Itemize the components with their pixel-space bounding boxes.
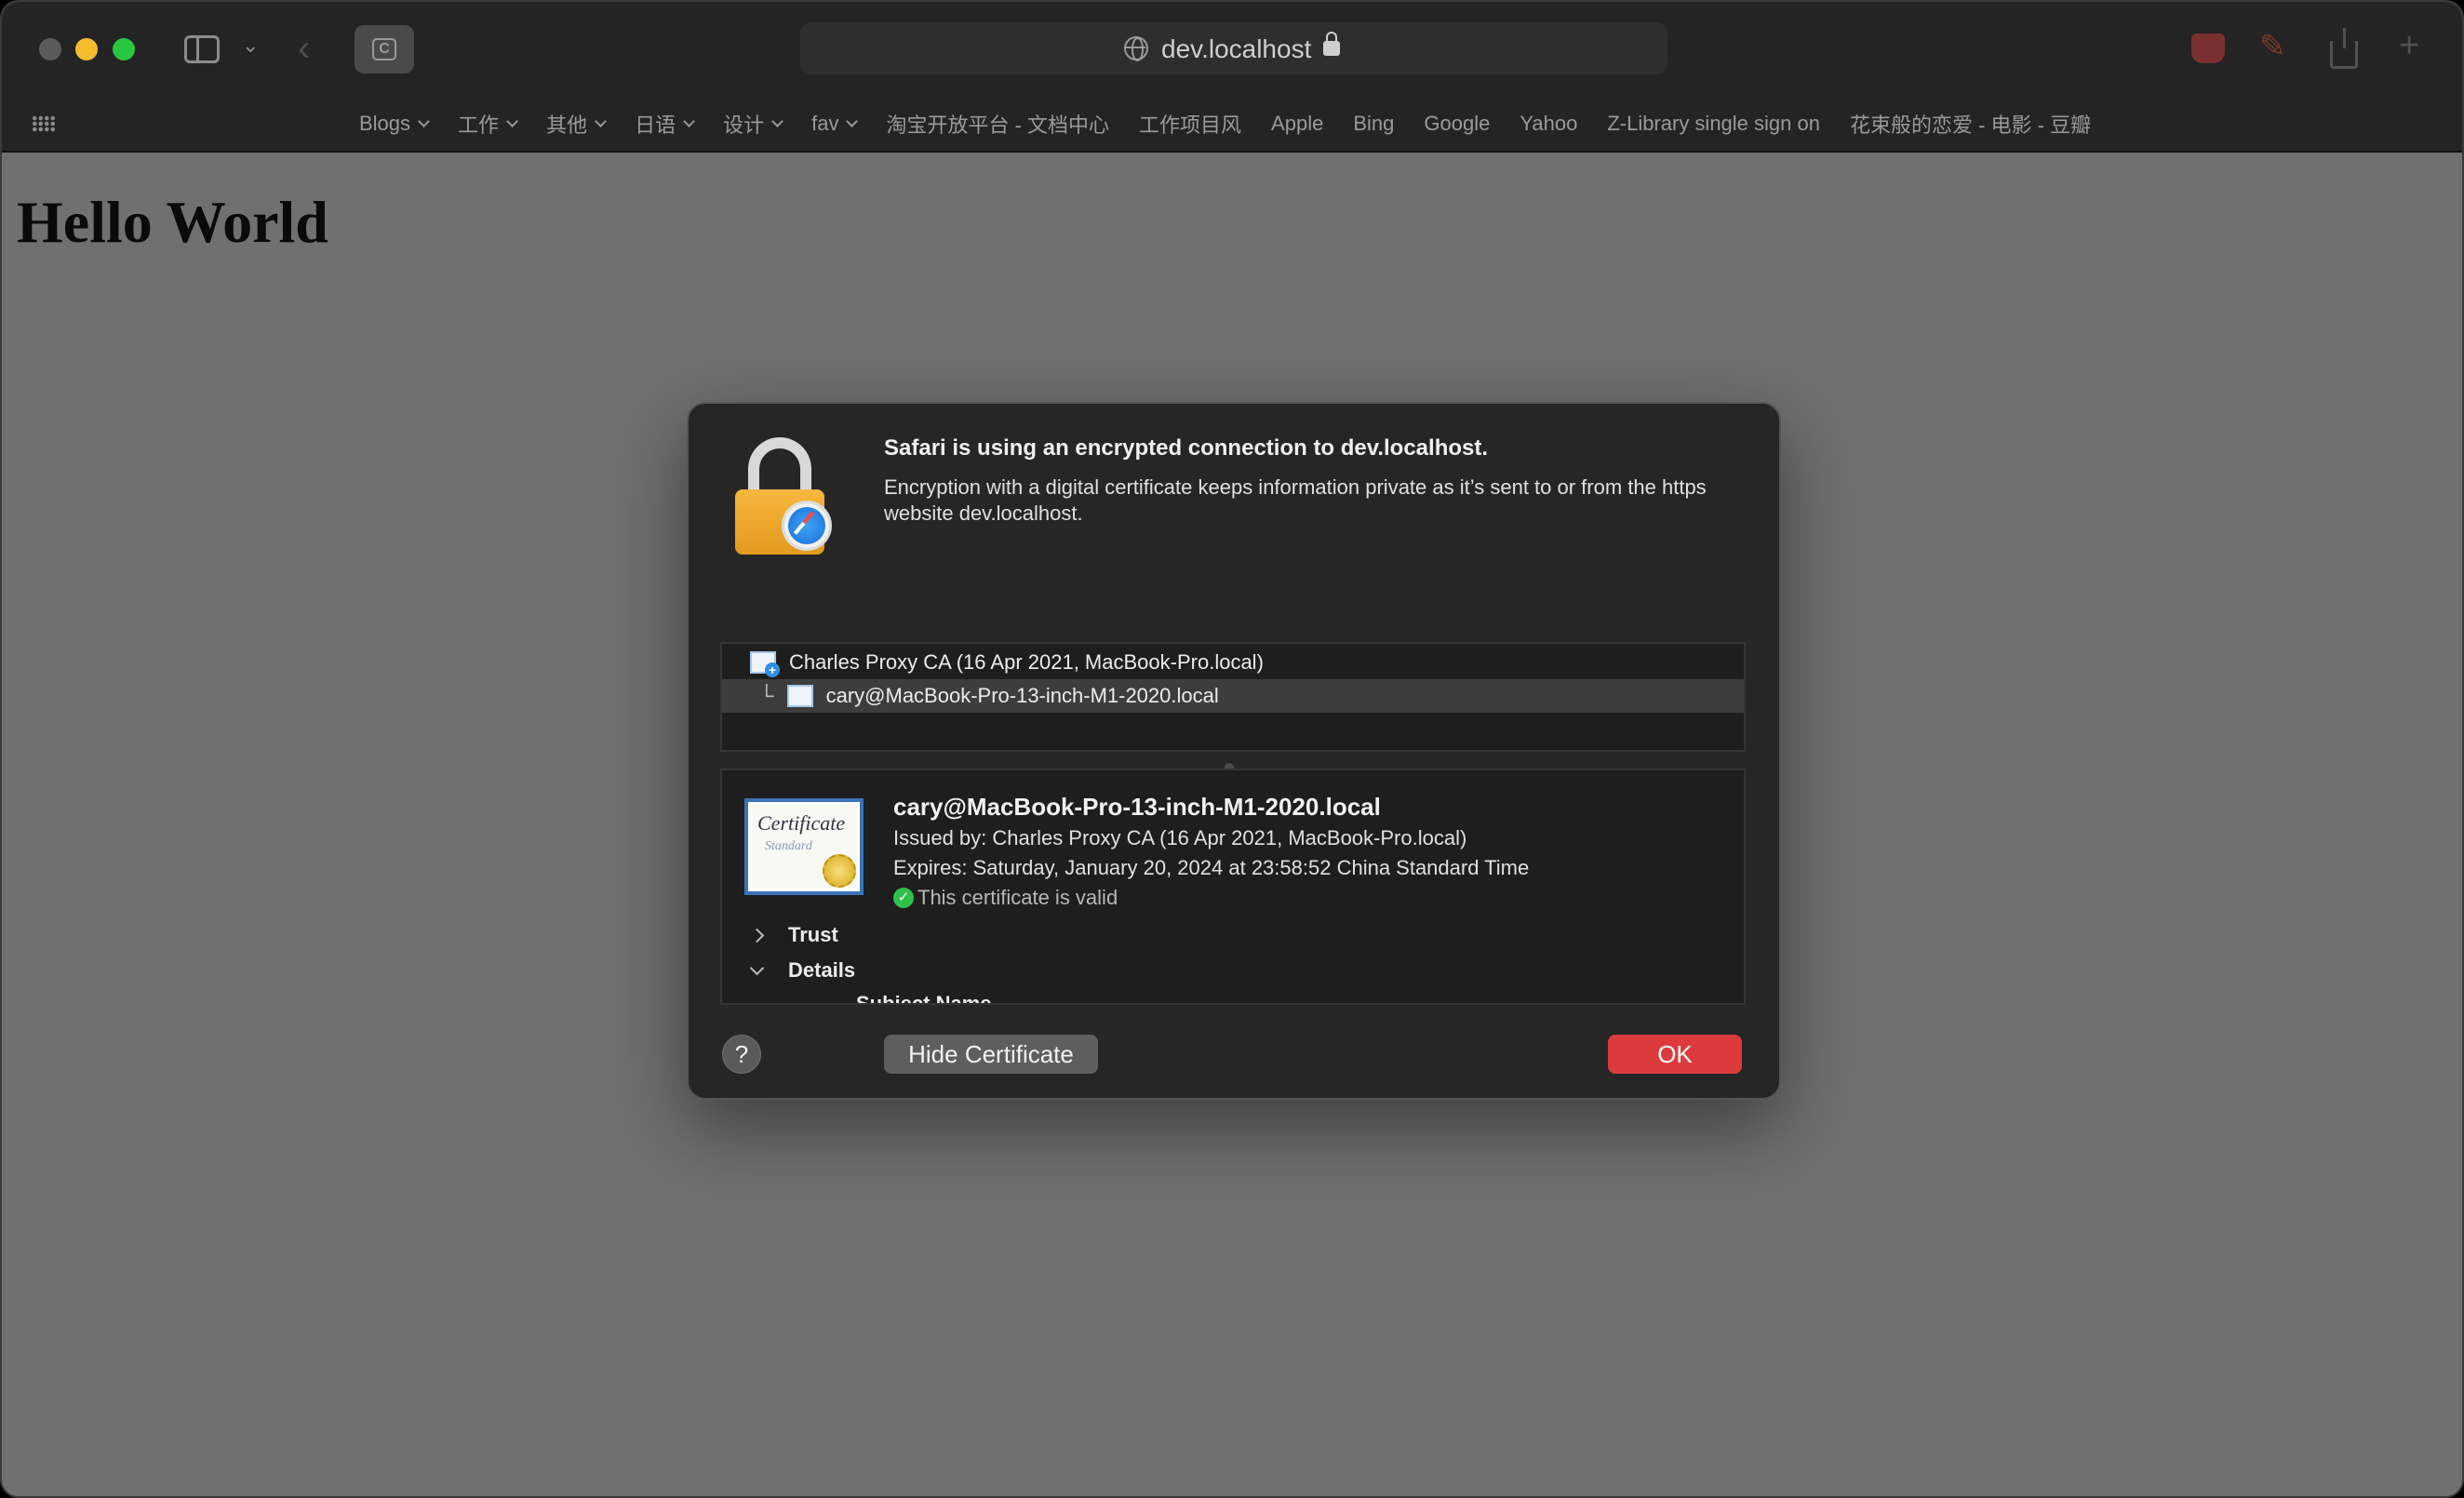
- bookmark-label: 其他: [546, 114, 588, 137]
- bookmark-link[interactable]: Bing: [1353, 112, 1394, 136]
- bookmark-label: 工作: [458, 114, 500, 137]
- bookmark-folder[interactable]: 工作: [458, 109, 518, 139]
- bookmark-folder[interactable]: 其他: [546, 109, 607, 139]
- bookmark-label: 日语: [635, 114, 676, 137]
- bookmark-label: Z-Library single sign on: [1607, 112, 1820, 135]
- certificate-image-subtitle: Standard: [765, 839, 812, 853]
- chevron-down-icon: [418, 114, 430, 127]
- ok-button[interactable]: OK: [1608, 1035, 1742, 1074]
- bookmark-link[interactable]: Yahoo: [1520, 112, 1577, 136]
- zoom-window-button[interactable]: [113, 38, 135, 60]
- bookmark-link[interactable]: 淘宝开放平台 - 文档中心: [886, 109, 1109, 139]
- close-window-button[interactable]: [39, 38, 61, 60]
- seal-icon: [823, 854, 856, 888]
- chevron-down-icon: [683, 114, 695, 127]
- chevron-down-icon: [749, 960, 765, 975]
- bookmark-link[interactable]: 工作项目风: [1139, 109, 1241, 139]
- certificate-image: Certificate Standard: [744, 798, 864, 895]
- new-tab-icon[interactable]: +: [2399, 26, 2419, 66]
- bookmark-link[interactable]: Z-Library single sign on: [1607, 112, 1820, 136]
- pen-icon[interactable]: ✎: [2259, 28, 2293, 64]
- back-button[interactable]: ‹: [298, 30, 310, 67]
- bookmark-link[interactable]: Google: [1424, 112, 1490, 136]
- chevron-down-icon: [595, 114, 607, 127]
- certificate-image-title: Certificate: [757, 811, 846, 835]
- trust-label: Trust: [788, 923, 838, 946]
- chevron-down-icon[interactable]: ⌄: [242, 35, 259, 56]
- details-disclosure[interactable]: Details: [749, 958, 856, 983]
- certificate-icon: [786, 685, 813, 707]
- chevron-down-icon: [771, 114, 783, 127]
- subject-name-heading: Subject Name: [856, 992, 992, 1005]
- sidebar-toggle-icon[interactable]: [184, 35, 220, 63]
- dialog-title: Safari is using an encrypted connection …: [884, 435, 1489, 461]
- certificate-chain-list: + Charles Proxy CA (16 Apr 2021, MacBook…: [720, 642, 1746, 752]
- details-label: Details: [788, 958, 856, 982]
- bookmark-label: 设计: [723, 114, 765, 137]
- help-button[interactable]: ?: [722, 1035, 761, 1074]
- minimize-window-button[interactable]: [75, 38, 98, 60]
- divider: [1022, 1003, 1723, 1005]
- bookmarks-list: Blogs 工作 其他 日语 设计 fav 淘宝开放平台 - 文档中心 工作项目风 Apple B…: [359, 95, 2121, 153]
- globe-icon: [1124, 36, 1148, 61]
- toolbar: ⌄ ‹ C dev.localhost ✎ +: [2, 2, 2462, 95]
- safari-window: ⌄ ‹ C dev.localhost ✎ + Blogs 工作 其他 日语 设计 fav…: [0, 0, 2464, 1498]
- certificate-status: ✓ This certificate is valid: [893, 886, 1118, 910]
- trust-disclosure[interactable]: Trust: [749, 923, 838, 947]
- certificate-details-panel: Certificate Standard cary@MacBook-Pro-13…: [720, 769, 1746, 1005]
- share-icon[interactable]: [2330, 28, 2358, 69]
- bookmark-label: 花束般的恋爱 - 电影 - 豆瓣: [1849, 114, 2092, 137]
- chevron-down-icon: [506, 114, 518, 127]
- certificate-issuer: Issued by: Charles Proxy CA (16 Apr 2021…: [893, 826, 1467, 849]
- bookmark-folder[interactable]: Blogs: [359, 112, 430, 136]
- address-text: dev.localhost: [1161, 34, 1312, 63]
- bookmark-label: 工作项目风: [1139, 114, 1242, 137]
- extension-cat-icon[interactable]: [2191, 33, 2225, 63]
- chevron-right-icon: [749, 928, 765, 943]
- chain-item-root[interactable]: + Charles Proxy CA (16 Apr 2021, MacBook…: [722, 646, 1744, 679]
- chain-item-label: Charles Proxy CA (16 Apr 2021, MacBook-P…: [789, 650, 1264, 674]
- certificate-expiry: Expires: Saturday, January 20, 2024 at 2…: [893, 856, 1530, 879]
- dialog-description: Encryption with a digital certificate ke…: [884, 475, 1707, 525]
- tree-branch-icon: └: [759, 684, 774, 707]
- bookmark-label: Blogs: [359, 112, 411, 135]
- extension-button[interactable]: C: [355, 25, 414, 74]
- bookmark-folder[interactable]: 日语: [635, 109, 695, 139]
- certificate-dialog: Safari is using an encrypted connection …: [687, 402, 1781, 1100]
- grid-icon[interactable]: [32, 115, 56, 132]
- extension-icon: C: [372, 38, 396, 60]
- chain-item-leaf[interactable]: └ cary@MacBook-Pro-13-inch-M1-2020.local: [722, 679, 1744, 713]
- chevron-down-icon: [846, 114, 859, 127]
- lock-icon[interactable]: [1323, 32, 1340, 56]
- certificate-name: cary@MacBook-Pro-13-inch-M1-2020.local: [893, 793, 1381, 821]
- bookmarks-bar: Blogs 工作 其他 日语 设计 fav 淘宝开放平台 - 文档中心 工作项目风 Apple B…: [2, 95, 2462, 153]
- bookmark-label: 淘宝开放平台 - 文档中心: [886, 114, 1110, 137]
- certificate-status-label: This certificate is valid: [917, 886, 1118, 909]
- page-heading: Hello World: [17, 189, 328, 255]
- bookmark-label: Yahoo: [1520, 112, 1578, 135]
- safari-compass-icon: [782, 501, 832, 551]
- bookmark-folder[interactable]: 设计: [723, 109, 783, 139]
- certificate-icon: +: [750, 651, 780, 677]
- bookmark-link[interactable]: 花束般的恋爱 - 电影 - 豆瓣: [1850, 109, 2091, 139]
- bookmark-link[interactable]: Apple: [1271, 112, 1323, 136]
- hide-certificate-button[interactable]: Hide Certificate: [884, 1035, 1098, 1074]
- bookmark-label: fav: [811, 112, 839, 135]
- bookmark-label: Google: [1424, 112, 1491, 135]
- address-bar[interactable]: dev.localhost: [800, 22, 1667, 74]
- bookmark-label: Apple: [1271, 112, 1324, 135]
- chain-item-label: cary@MacBook-Pro-13-inch-M1-2020.local: [825, 684, 1219, 707]
- lock-icon: [735, 437, 832, 558]
- bookmark-label: Bing: [1353, 112, 1395, 135]
- checkmark-icon: ✓: [893, 888, 914, 908]
- bookmark-folder[interactable]: fav: [811, 112, 859, 136]
